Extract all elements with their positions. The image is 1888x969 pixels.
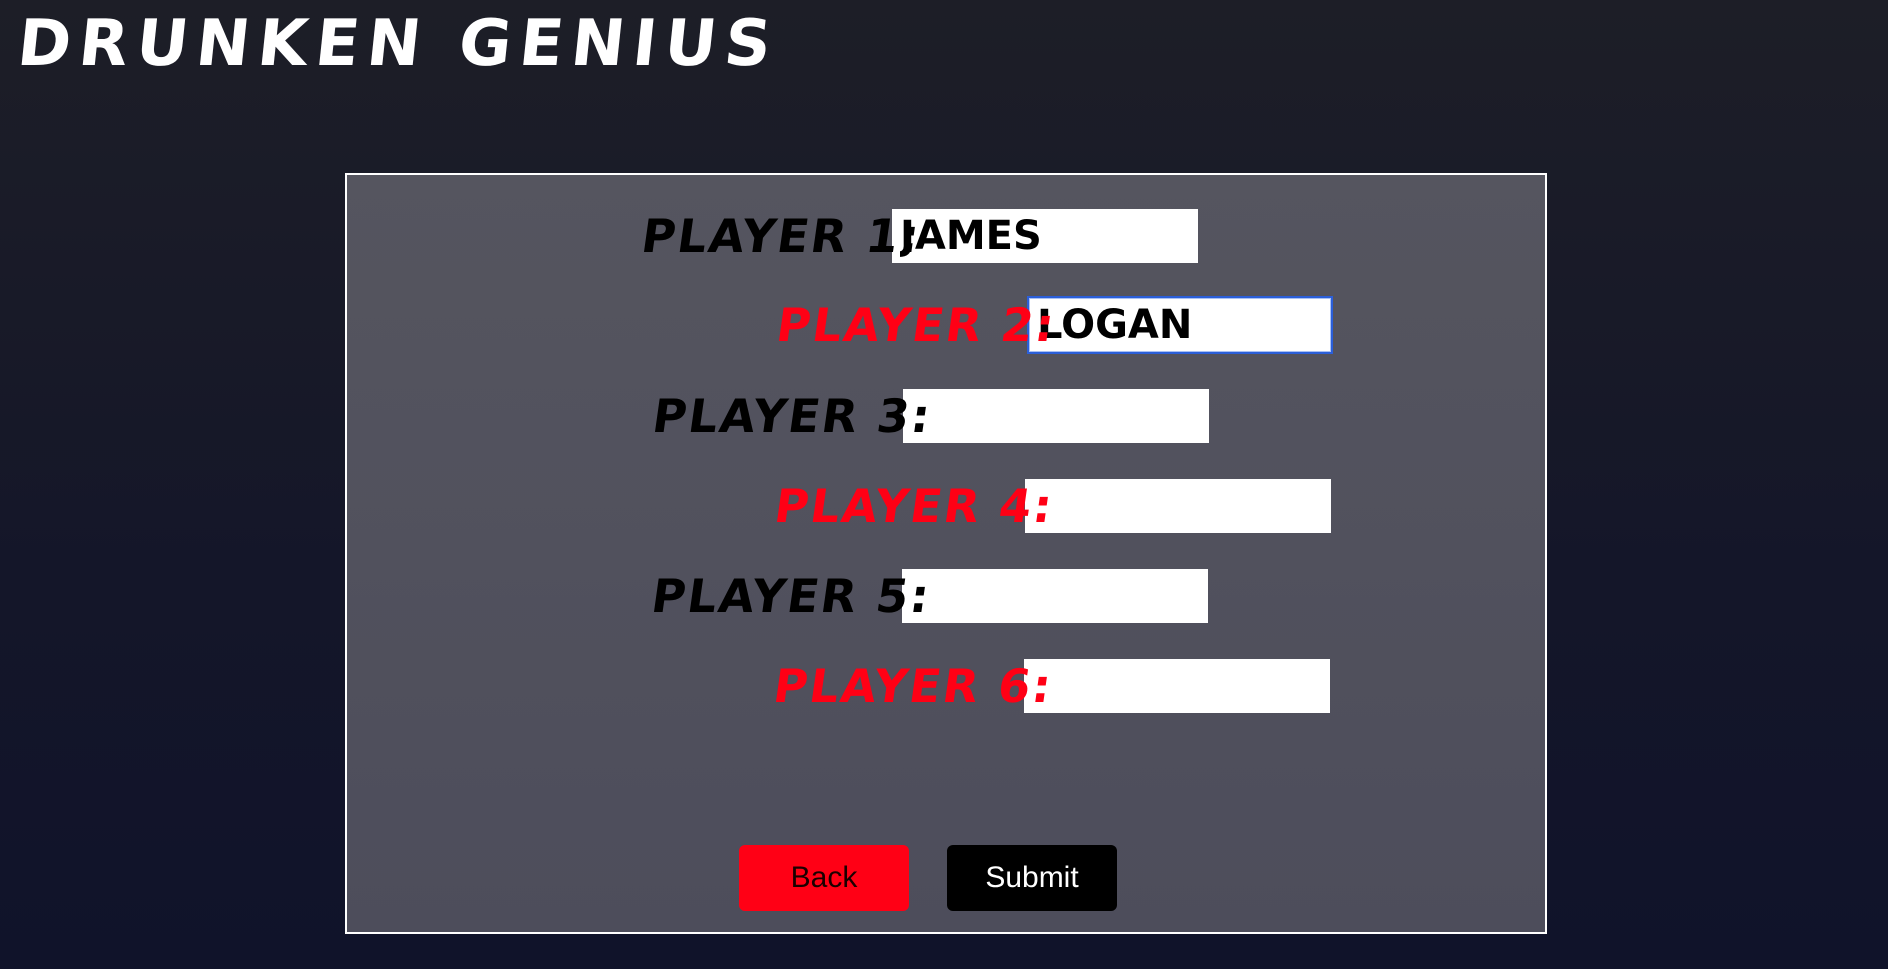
player-2-input[interactable]: [1027, 296, 1333, 354]
player-1-label: PLAYER 1:: [638, 209, 925, 263]
player-3-input[interactable]: [903, 389, 1209, 443]
app-title: DRUNKEN GENIUS: [14, 7, 783, 81]
player-row-6: PLAYER 6:: [770, 658, 1330, 714]
player-4-input[interactable]: [1025, 479, 1331, 533]
player-1-input[interactable]: [892, 209, 1198, 263]
player-row-2: PLAYER 2:: [773, 296, 1333, 354]
player-row-4: PLAYER 4:: [771, 478, 1331, 534]
player-row-1: PLAYER 1:: [638, 208, 1198, 264]
player-5-label: PLAYER 5:: [648, 569, 935, 623]
player-row-3: PLAYER 3:: [649, 388, 1209, 444]
player-row-5: PLAYER 5:: [648, 568, 1208, 624]
player-6-label: PLAYER 6:: [770, 659, 1057, 713]
player-4-label: PLAYER 4:: [771, 479, 1058, 533]
player-form-panel: PLAYER 1: PLAYER 2: PLAYER 3: PLAYER 4: …: [345, 173, 1547, 934]
back-button[interactable]: Back: [739, 845, 909, 911]
player-3-label: PLAYER 3:: [649, 389, 936, 443]
player-2-label: PLAYER 2:: [773, 298, 1060, 352]
player-5-input[interactable]: [902, 569, 1208, 623]
submit-button[interactable]: Submit: [947, 845, 1117, 911]
player-6-input[interactable]: [1024, 659, 1330, 713]
